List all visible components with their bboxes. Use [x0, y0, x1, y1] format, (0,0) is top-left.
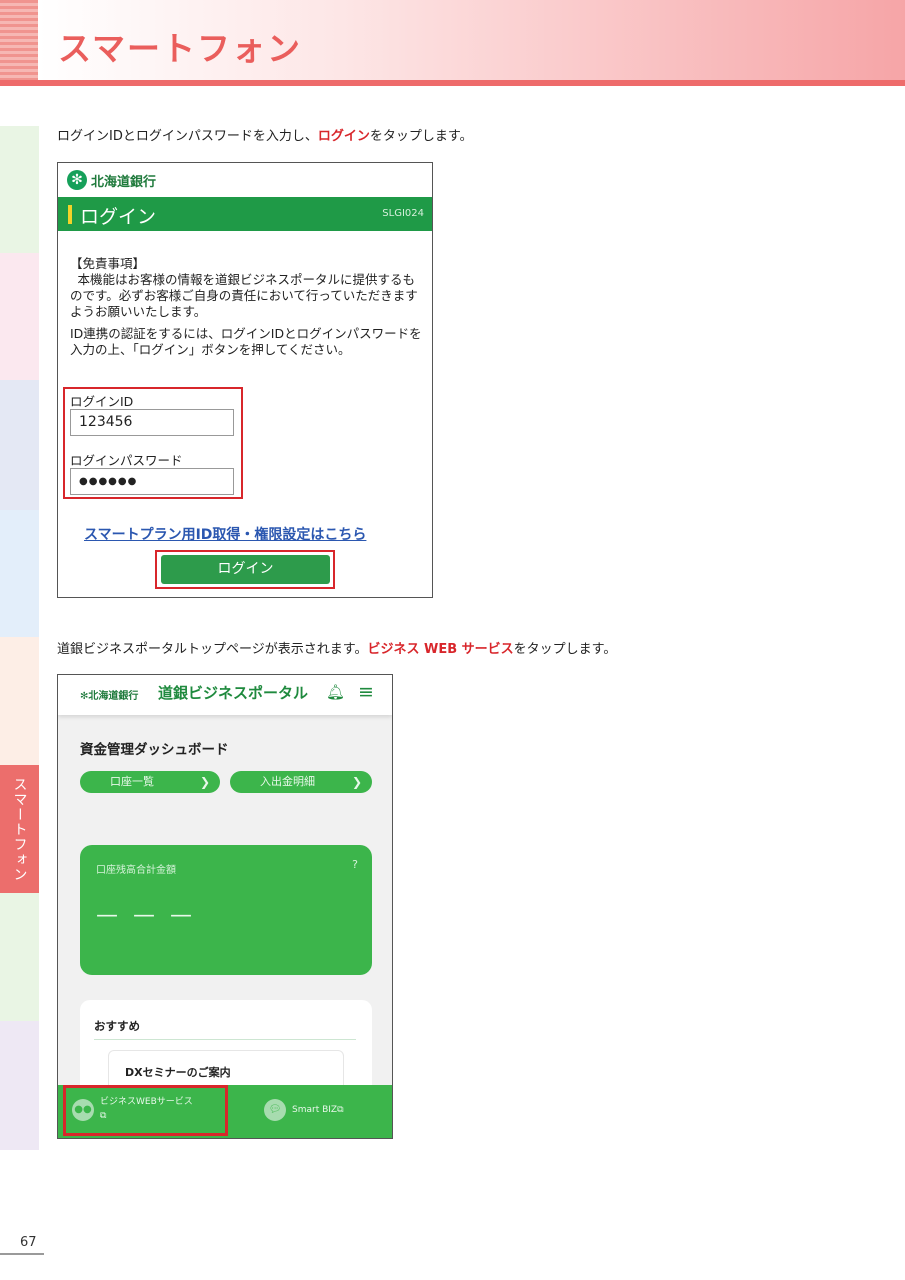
login-password-label: ログインパスワード: [70, 453, 183, 468]
dashboard-title: 資金管理ダッシュボード: [80, 742, 229, 758]
account-list-button[interactable]: 口座一覧 ❯: [80, 771, 220, 793]
id-link-instruction: ID連携の認証をするには、ログインIDとログインパスワードを入力の上、「ログイン…: [70, 326, 422, 357]
smart-plan-id-link[interactable]: スマートプラン用ID取得・権限設定はこちら: [84, 524, 366, 544]
login-id-label: ログインID: [70, 394, 134, 409]
bank-logo: ✻ 北海道銀行: [67, 170, 156, 190]
page-header: スマートフォン: [0, 0, 905, 86]
recommend-item-title: DXセミナーのご案内: [125, 1066, 231, 1079]
page-number: 67: [20, 1235, 37, 1250]
balance-value: — — —: [96, 903, 196, 928]
chevron-right-icon: ❯: [199, 775, 210, 789]
disclaimer-body: 本機能はお客様の情報を道銀ビジネスポータルに提供するものです。必ずお客様ご自身の…: [70, 272, 418, 319]
side-tab-4: [0, 510, 39, 637]
side-tab-8: [0, 1021, 39, 1150]
login-password-input[interactable]: ●●●●●●: [70, 468, 234, 495]
balance-card: 口座残高合計金額 ? — — —: [80, 845, 372, 975]
side-tab-7: [0, 893, 39, 1021]
snowflake-logo-icon: ✻: [67, 170, 87, 190]
step2-instruction: 道銀ビジネスポータルトップページが表示されます。ビジネス WEB サービスをタッ…: [57, 642, 617, 657]
hamburger-menu-icon[interactable]: ≡: [358, 681, 374, 703]
login-title-bar: ログイン SLGI024: [58, 197, 432, 231]
login-emphasis: ログイン: [317, 129, 370, 144]
recommend-divider: [94, 1039, 356, 1040]
screen-code: SLGI024: [382, 208, 424, 219]
business-web-emphasis: ビジネス WEB サービス: [367, 642, 514, 657]
portal-title: 道銀ビジネスポータル: [158, 684, 309, 702]
transactions-button[interactable]: 入出金明細 ❯: [230, 771, 372, 793]
header-underline: [0, 80, 905, 86]
balance-label: 口座残高合計金額: [96, 865, 176, 876]
disclaimer-heading: 【免責事項】: [70, 256, 146, 271]
login-screenshot: ✻ 北海道銀行 ログイン SLGI024 【免責事項】 本機能はお客様の情報を道…: [57, 162, 433, 598]
page-number-rule: [0, 1253, 44, 1255]
login-title: ログイン: [80, 206, 157, 228]
nav-smart-biz[interactable]: Smart BIZ⧉: [292, 1103, 344, 1117]
smart-biz-icon[interactable]: 💬︎: [264, 1099, 286, 1121]
side-tab-3: [0, 380, 39, 510]
help-icon[interactable]: ?: [352, 858, 358, 871]
login-id-input[interactable]: 123456: [70, 409, 234, 436]
recommend-title: おすすめ: [94, 1019, 140, 1033]
header-stripe: [0, 0, 38, 80]
portal-bank-logo: ✻北海道銀行: [80, 691, 139, 702]
portal-top-bar: ✻北海道銀行 道銀ビジネスポータル 🔔︎ ≡: [58, 675, 392, 715]
business-web-highlight: [63, 1085, 228, 1136]
bell-icon[interactable]: 🔔︎: [326, 683, 345, 701]
portal-screenshot: ✻北海道銀行 道銀ビジネスポータル 🔔︎ ≡ 資金管理ダッシュボード 口座一覧 …: [57, 674, 393, 1139]
side-tab-1: [0, 126, 39, 253]
title-accent: [68, 205, 72, 224]
side-tab-5: [0, 637, 39, 765]
external-link-icon: ⧉: [337, 1105, 344, 1115]
step1-instruction: ログインIDとログインパスワードを入力し、ログインをタップします。: [57, 129, 473, 144]
side-tab-label: スマートフォン: [11, 776, 28, 882]
side-tab-smartphone: スマートフォン: [0, 765, 39, 893]
chevron-right-icon: ❯: [351, 775, 362, 789]
page-title: スマートフォン: [58, 29, 303, 68]
side-tab-2: [0, 253, 39, 380]
login-button[interactable]: ログイン: [161, 555, 330, 584]
